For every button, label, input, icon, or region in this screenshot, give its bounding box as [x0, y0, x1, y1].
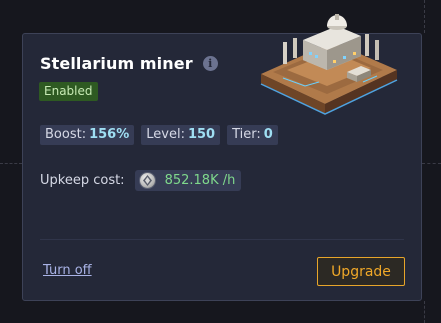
upkeep-value: 852.18K /h	[164, 173, 236, 188]
upgrade-button[interactable]: Upgrade	[317, 257, 405, 286]
stat-tier: Tier: 0	[227, 125, 278, 145]
guide-line-right	[422, 163, 441, 164]
stat-boost: Boost: 156%	[40, 125, 135, 145]
stat-boost-label: Boost:	[45, 127, 87, 142]
guide-line-left	[0, 163, 22, 164]
game-screen: Stellarium miner i Enabled Boost: 156% Le…	[0, 0, 441, 323]
stats-row: Boost: 156% Level: 150 Tier: 0	[40, 125, 278, 145]
card-divider	[40, 239, 404, 240]
info-icon[interactable]: i	[202, 56, 218, 71]
stellarium-coin-icon	[139, 173, 155, 188]
stat-level-label: Level:	[146, 127, 185, 142]
status-badge: Enabled	[39, 82, 98, 101]
turn-off-link[interactable]: Turn off	[43, 263, 92, 278]
stat-tier-value: 0	[263, 127, 273, 142]
upkeep-value-pill: 852.18K /h	[134, 170, 242, 191]
upkeep-row: Upkeep cost: 852.18K /h	[40, 170, 242, 191]
guide-line-bottom	[424, 301, 425, 323]
building-title: Stellarium miner	[40, 54, 193, 73]
title-row: Stellarium miner i	[40, 54, 218, 73]
guide-line-top	[424, 0, 425, 33]
building-card: Stellarium miner i Enabled Boost: 156% Le…	[22, 14, 422, 301]
stat-level-value: 150	[187, 127, 216, 142]
stat-boost-value: 156%	[89, 127, 130, 142]
stat-level: Level: 150	[141, 125, 221, 145]
stat-tier-label: Tier:	[232, 127, 261, 142]
stellarium-miner-building-image	[260, 14, 398, 115]
upkeep-label: Upkeep cost:	[40, 173, 125, 188]
